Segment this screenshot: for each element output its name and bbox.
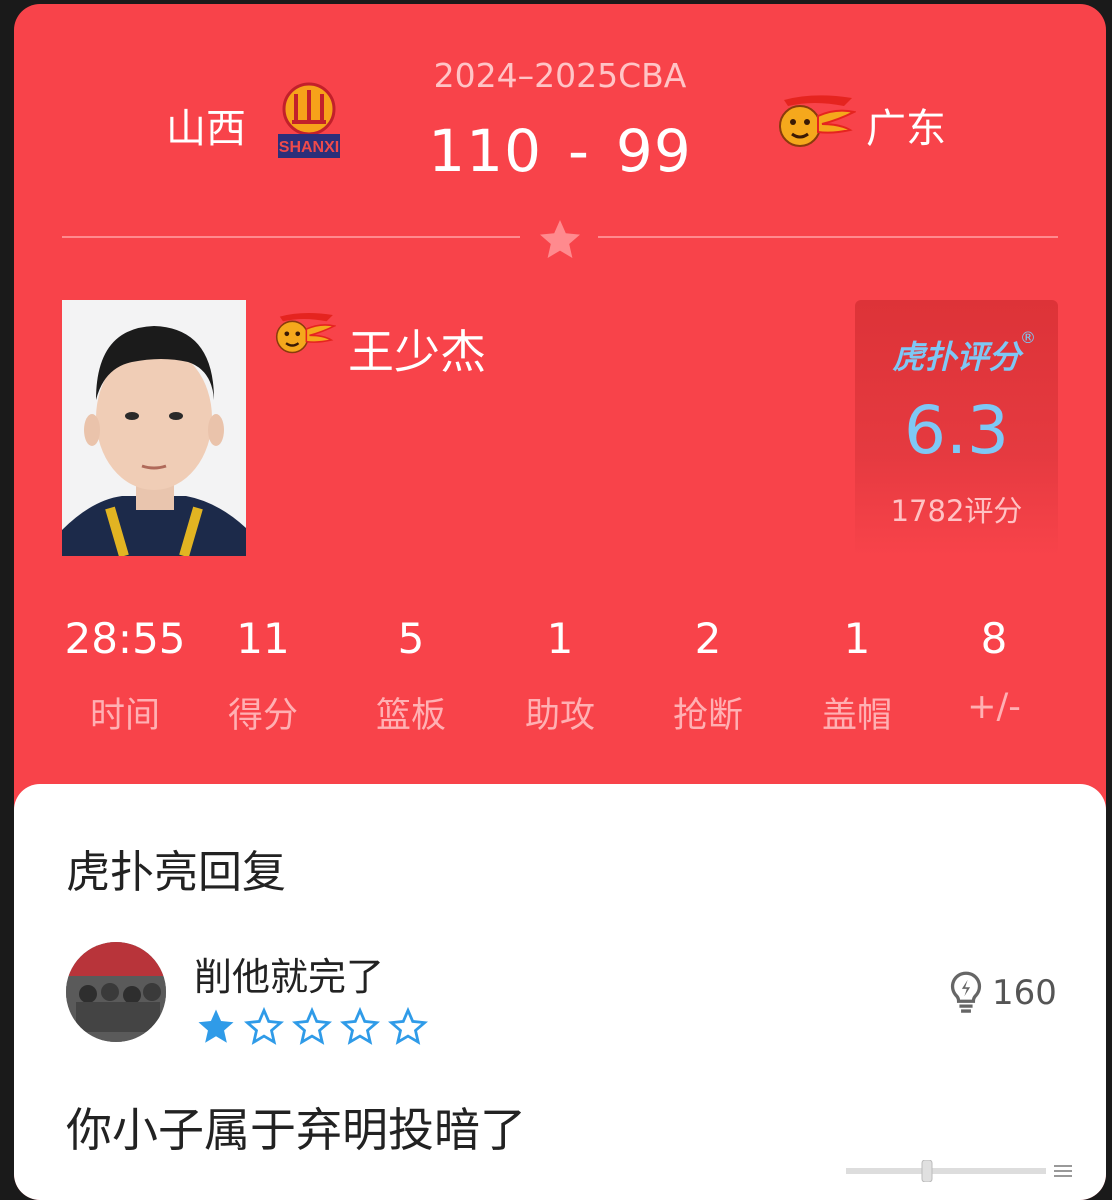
season-label: 2024–2025CBA [433,56,687,95]
like-count: 160 [992,973,1057,1013]
reply-body-text: 你小子属于弃明投暗了 [66,1103,526,1157]
reply-panel: 虎扑亮回复 削他就完了 160 你小子属于弃明投暗了 [14,784,1106,1200]
stat-minutes: 28:55 时间 [50,609,200,738]
stat-value: 28:55 [64,614,186,663]
stat-blocks: 1 盖帽 [782,609,932,738]
star-outline-icon [292,1006,332,1045]
stat-rebounds: 5 篮板 [336,609,486,738]
stat-assists: 1 助攻 [485,609,635,738]
registered-mark: ® [1020,328,1036,347]
stat-label: 助攻 [524,696,595,736]
scroll-indicator [846,1160,1072,1182]
stat-label: +/- [967,687,1021,727]
stat-label: 时间 [89,696,160,736]
rating-box[interactable]: 虎扑评分 ® 6.3 1782评分 [855,300,1058,556]
score-separator: - [567,117,590,185]
star-rating [194,1006,430,1048]
guangdong-team-logo[interactable] [774,94,856,148]
player-photo[interactable] [62,300,246,556]
star-outline-icon [388,1006,428,1045]
lightbulb-icon [950,971,982,1013]
away-team-name[interactable]: 广东 [866,96,946,154]
stat-value: 1 [843,614,871,663]
stat-plus-minus: 8 +/- [919,609,1069,727]
stat-value: 11 [236,614,290,663]
star-filled-icon [198,1009,234,1043]
stat-value: 5 [397,614,425,663]
stat-value: 2 [694,614,722,663]
stat-label: 抢断 [672,696,743,736]
star-outline-icon [244,1006,284,1045]
rating-score: 6.3 [904,392,1009,469]
player-portrait-image [62,300,246,556]
stat-label: 得分 [227,696,298,736]
stat-steals: 2 抢断 [633,609,783,738]
avatar[interactable] [66,942,166,1042]
stat-value: 8 [980,614,1008,663]
divider-right [598,236,1058,238]
like-button[interactable]: 160 [946,970,1057,1016]
rating-count: 1782评分 [890,494,1023,528]
player-team-logo [275,313,336,354]
stat-points: 11 得分 [188,609,338,738]
star-outline-icon [340,1006,380,1045]
stat-label: 篮板 [375,696,446,736]
player-name[interactable]: 王少杰 [348,316,486,382]
stat-label: 盖帽 [821,696,892,736]
home-score: 110 [428,117,542,185]
divider-left [62,236,520,238]
avatar-image [66,942,166,1042]
stat-value: 1 [546,614,574,663]
player-rating-card: 山西 SHANXI 2024–2025CBA 110-99 广东 王少杰 虎扑评… [14,4,1106,1200]
reply-section-title: 虎扑亮回复 [66,847,286,898]
comment-text: 削他就完了 [194,955,385,999]
star-divider-icon [540,220,580,258]
away-score: 99 [615,117,692,185]
